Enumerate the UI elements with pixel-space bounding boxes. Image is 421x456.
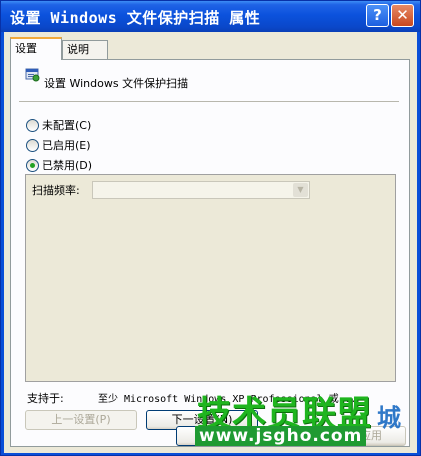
- apply-button[interactable]: 应用: [336, 426, 406, 446]
- radio-button[interactable]: [26, 138, 39, 152]
- help-button[interactable]: ?: [366, 4, 389, 27]
- separator: [19, 101, 399, 102]
- previous-setting-button[interactable]: 上一设置(P): [25, 410, 137, 430]
- settings-panel: 设置 Windows 文件保护扫描 未配置(C) 已启用(E) 已禁用(D) 扫…: [10, 59, 410, 447]
- policy-title: 设置 Windows 文件保护扫描: [44, 77, 189, 90]
- radio-not-configured[interactable]: 未配置(C): [26, 117, 91, 133]
- radio-label: 已启用(E): [42, 139, 91, 152]
- window-title: 设置 Windows 文件保护扫描 属性: [10, 9, 261, 27]
- dialog-window: 设置 Windows 文件保护扫描 属性 ? ✕ 设置 说明 设置 Window…: [0, 0, 421, 456]
- tab-explain[interactable]: 说明: [62, 40, 108, 59]
- cancel-button[interactable]: 取消: [256, 426, 326, 446]
- radio-label: 未配置(C): [42, 119, 92, 132]
- radio-disabled[interactable]: 已禁用(D): [26, 157, 92, 173]
- supported-on-value: 至少 Microsoft Windows XP Professional 或..…: [98, 394, 357, 405]
- scan-frequency-label: 扫描频率:: [32, 184, 80, 197]
- options-box: 扫描频率: ▼: [25, 174, 396, 382]
- radio-enabled[interactable]: 已启用(E): [26, 137, 91, 153]
- tab-settings[interactable]: 设置: [10, 37, 62, 60]
- supported-on-label: 支持于:: [27, 392, 64, 405]
- radio-button-selected[interactable]: [26, 158, 39, 172]
- chevron-down-icon[interactable]: ▼: [293, 183, 308, 197]
- close-button[interactable]: ✕: [391, 4, 414, 27]
- ok-button[interactable]: 确定: [176, 426, 246, 446]
- radio-label: 已禁用(D): [42, 159, 93, 172]
- radio-button[interactable]: [26, 118, 39, 132]
- scan-frequency-select[interactable]: ▼: [92, 181, 310, 199]
- title-bar[interactable]: 设置 Windows 文件保护扫描 属性 ? ✕: [1, 1, 420, 32]
- policy-setting-icon: [25, 67, 41, 83]
- dialog-client-area: 设置 说明 设置 Windows 文件保护扫描 未配置(C) 已启用(E) 已禁…: [4, 32, 417, 453]
